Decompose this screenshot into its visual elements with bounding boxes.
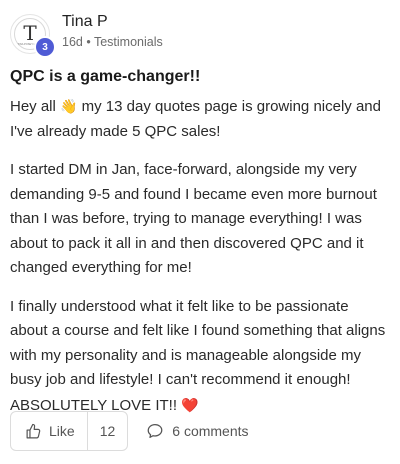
comments-label: 6 comments [172, 423, 249, 439]
paragraph-1: Hey all 👋 my 13 day quotes page is growi… [10, 94, 386, 144]
post-card: T TINA POSEY HAPPY 3 Tina P 16d • Testim… [0, 0, 400, 464]
level-badge: 3 [34, 36, 56, 58]
thumbs-up-icon [26, 423, 41, 438]
post-subline: 16d • Testimonials [62, 33, 163, 51]
post-meta: Tina P 16d • Testimonials [62, 10, 163, 51]
post-time[interactable]: 16d [62, 35, 83, 49]
post-title: QPC is a game-changer!! [10, 68, 201, 85]
wave-emoji: 👋 [60, 98, 78, 114]
paragraph-3: I finally understood what it felt like t… [10, 295, 386, 419]
author-name[interactable]: Tina P [62, 12, 163, 32]
like-label: Like [49, 423, 75, 439]
comments-button[interactable]: 6 comments [146, 422, 249, 440]
paragraph-1-text-a: Hey all [10, 98, 61, 115]
meta-separator: • [82, 35, 94, 49]
like-button[interactable]: Like [11, 412, 87, 450]
like-group: Like 12 [10, 411, 129, 451]
post-actions: Like 12 6 comments [10, 411, 249, 451]
post-header: T TINA POSEY HAPPY 3 Tina P 16d • Testim… [10, 10, 386, 58]
like-count[interactable]: 12 [86, 412, 128, 450]
comment-bubble-icon [147, 423, 163, 439]
post-body: Hey all 👋 my 13 day quotes page is growi… [10, 94, 386, 418]
paragraph-2: I started DM in Jan, face-forward, along… [10, 161, 377, 276]
post-category[interactable]: Testimonials [94, 35, 163, 49]
author-avatar-wrap[interactable]: T TINA POSEY HAPPY 3 [10, 14, 56, 58]
